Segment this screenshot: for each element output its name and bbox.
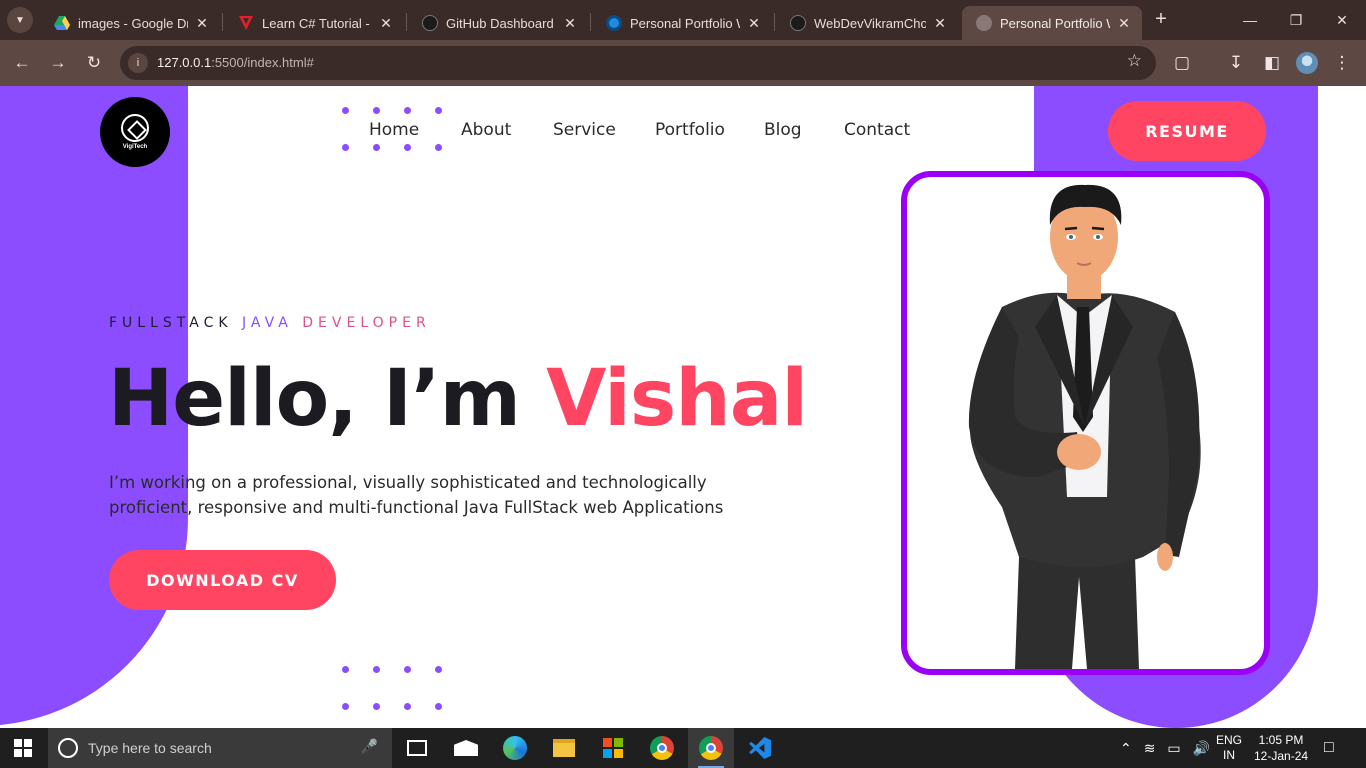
close-window-button[interactable]: ✕ bbox=[1322, 6, 1362, 34]
clock[interactable]: 1:05 PM 12-Jan-24 bbox=[1254, 728, 1308, 768]
cortana-icon bbox=[58, 738, 78, 758]
subtitle-part-3: DEVELOPER bbox=[302, 315, 431, 331]
logo-text: VigiTech bbox=[122, 144, 148, 150]
browser-tab[interactable]: GitHub Dashboard ✕ bbox=[408, 6, 588, 40]
businessman-illustration bbox=[968, 184, 1201, 669]
volume-icon[interactable]: 🔊 bbox=[1193, 740, 1210, 757]
task-view-icon[interactable] bbox=[394, 728, 440, 768]
forward-icon[interactable]: → bbox=[44, 49, 72, 77]
tab-title: WebDevVikramChoudhary bbox=[814, 15, 926, 31]
tab-separator bbox=[590, 13, 591, 31]
tab-close-icon[interactable]: ✕ bbox=[562, 15, 578, 32]
logo-mark-icon bbox=[121, 114, 149, 142]
chrome-icon[interactable] bbox=[639, 728, 685, 768]
reload-icon[interactable]: ↻ bbox=[80, 49, 108, 77]
resume-button[interactable]: RESUME bbox=[1108, 101, 1266, 161]
tab-search-button[interactable]: ▼ bbox=[7, 7, 33, 33]
language-bottom: IN bbox=[1223, 748, 1235, 762]
windows-taskbar: Type here to search 🎤 ⌃ ≋ ▭ 🔊 ENG IN 1:0… bbox=[0, 728, 1366, 768]
subtitle-part-2: JAVA bbox=[242, 315, 303, 331]
minimize-button[interactable]: — bbox=[1230, 6, 1270, 34]
url-path: :5500/index.html# bbox=[211, 55, 314, 70]
nav-about[interactable]: About bbox=[461, 120, 511, 140]
nav-blog[interactable]: Blog bbox=[764, 120, 802, 140]
tab-close-icon[interactable]: ✕ bbox=[194, 15, 210, 32]
tab-title: Learn C# Tutorial - javatpoint bbox=[262, 15, 372, 31]
download-cv-button[interactable]: DOWNLOAD CV bbox=[109, 550, 336, 610]
profile-avatar[interactable] bbox=[1296, 52, 1318, 74]
taskbar-search-placeholder: Type here to search bbox=[88, 740, 212, 756]
microphone-icon[interactable]: 🎤 bbox=[361, 738, 378, 755]
microsoft-store-icon[interactable] bbox=[590, 728, 636, 768]
browser-tab-strip: ▼ images - Google Drive ✕ Learn C# Tutor… bbox=[0, 0, 1366, 40]
tab-title: images - Google Drive bbox=[78, 15, 188, 31]
decorative-dots-bottom bbox=[342, 666, 442, 710]
edge-icon[interactable] bbox=[492, 728, 538, 768]
google-drive-icon bbox=[54, 15, 70, 31]
download-icon[interactable]: ↧ bbox=[1222, 49, 1250, 77]
github-icon bbox=[422, 15, 438, 31]
tab-close-icon[interactable]: ✕ bbox=[746, 15, 762, 32]
chrome-profile-icon[interactable] bbox=[688, 728, 734, 768]
nav-portfolio[interactable]: Portfolio bbox=[655, 120, 725, 140]
headline-prefix: Hello, I’m bbox=[108, 354, 547, 444]
tab-title: GitHub Dashboard bbox=[446, 15, 554, 31]
language-top: ENG bbox=[1216, 733, 1243, 747]
profile-photo-card bbox=[901, 171, 1270, 675]
tab-close-icon[interactable]: ✕ bbox=[1116, 15, 1132, 32]
nav-contact[interactable]: Contact bbox=[844, 120, 910, 140]
nav-service[interactable]: Service bbox=[553, 120, 616, 140]
extensions-icon[interactable]: ▢ bbox=[1168, 49, 1196, 77]
site-logo[interactable]: VigiTech bbox=[100, 97, 170, 167]
new-tab-button[interactable]: + bbox=[1150, 8, 1172, 32]
tab-separator bbox=[406, 13, 407, 31]
back-icon[interactable]: ← bbox=[8, 49, 36, 77]
battery-icon[interactable]: ▭ bbox=[1167, 740, 1180, 757]
page-viewport: VigiTech Home About Service Portfolio Bl… bbox=[0, 86, 1366, 728]
chevron-up-icon[interactable]: ⌃ bbox=[1120, 740, 1132, 757]
system-tray-icons: ⌃ ≋ ▭ 🔊 bbox=[1120, 728, 1210, 768]
restore-button[interactable]: ❐ bbox=[1276, 6, 1316, 34]
hero-description: I’m working on a professional, visually … bbox=[109, 473, 724, 517]
tab-close-icon[interactable]: ✕ bbox=[932, 15, 948, 32]
windows-start-icon[interactable] bbox=[14, 739, 32, 757]
nav-home[interactable]: Home bbox=[369, 120, 419, 140]
hero-subtitle: FULLSTACK JAVA DEVELOPER bbox=[109, 315, 431, 331]
tab-title: Personal Portfolio Website bbox=[1000, 15, 1110, 31]
globe-icon bbox=[976, 15, 992, 31]
file-explorer-icon[interactable] bbox=[541, 728, 587, 768]
portfolio-icon bbox=[606, 15, 622, 31]
menu-icon[interactable]: ⋮ bbox=[1328, 49, 1356, 77]
bookmark-star-icon[interactable]: ☆ bbox=[1127, 51, 1142, 71]
browser-tab[interactable]: WebDevVikramChoudhary ✕ bbox=[776, 6, 958, 40]
address-bar[interactable]: i 127.0.0.1:5500/index.html# ☆ bbox=[120, 46, 1156, 80]
language-indicator[interactable]: ENG IN bbox=[1216, 728, 1242, 768]
tab-separator bbox=[222, 13, 223, 31]
browser-tab-active[interactable]: Personal Portfolio Website ✕ bbox=[962, 6, 1142, 40]
browser-toolbar: ← → ↻ i 127.0.0.1:5500/index.html# ☆ ▢ ↧… bbox=[0, 40, 1366, 86]
github-icon bbox=[790, 15, 806, 31]
javatpoint-icon bbox=[238, 15, 254, 31]
browser-tab[interactable]: images - Google Drive ✕ bbox=[40, 6, 220, 40]
url-host: 127.0.0.1 bbox=[157, 55, 212, 70]
side-panel-icon[interactable]: ◧ bbox=[1258, 49, 1286, 77]
site-info-icon[interactable]: i bbox=[128, 53, 148, 73]
subtitle-part-1: FULLSTACK bbox=[109, 315, 242, 331]
wifi-icon[interactable]: ≋ bbox=[1144, 740, 1156, 757]
mail-icon[interactable] bbox=[443, 728, 489, 768]
clock-time: 1:05 PM bbox=[1258, 733, 1304, 747]
hero-headline: Hello, I’m Vishal bbox=[108, 354, 808, 444]
notification-icon[interactable]: □ bbox=[1324, 728, 1334, 768]
clock-date: 12-Jan-24 bbox=[1254, 749, 1309, 763]
tab-separator bbox=[774, 13, 775, 31]
browser-tab[interactable]: Learn C# Tutorial - javatpoint ✕ bbox=[224, 6, 404, 40]
headline-name: Vishal bbox=[546, 354, 808, 444]
tab-close-icon[interactable]: ✕ bbox=[378, 15, 394, 32]
browser-tab[interactable]: Personal Portfolio Website ✕ bbox=[592, 6, 772, 40]
url-text[interactable]: 127.0.0.1:5500/index.html# bbox=[157, 55, 314, 70]
taskbar-search[interactable]: Type here to search 🎤 bbox=[48, 728, 392, 768]
vscode-icon[interactable] bbox=[737, 728, 783, 768]
tab-title: Personal Portfolio Website bbox=[630, 15, 740, 31]
